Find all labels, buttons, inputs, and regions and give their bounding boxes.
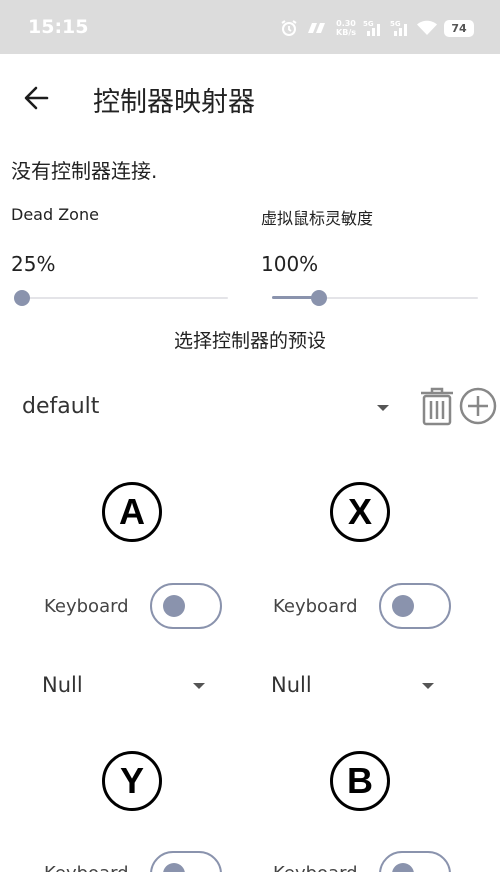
status-icons: 0.30 KB/s 5G 5G 74 [280,16,474,40]
controller-status-text: 没有控制器连接. [11,159,158,183]
battery-icon: 74 [444,19,474,37]
dead-zone-label: Dead Zone [11,205,99,224]
controller-button-x: X [330,482,390,542]
status-time: 15:15 [28,16,89,38]
arrow-left-icon [24,86,49,110]
alarm-icon [280,19,298,37]
dead-zone-value: 25% [11,252,56,276]
preset-selected-value: default [22,394,100,419]
dropdown-arrow-icon [422,683,434,689]
plus-circle-icon [459,387,497,425]
delete-preset-button[interactable] [418,385,456,427]
5g-signal-icon: 5G [363,19,383,37]
controller-button-y: Y [102,751,162,811]
svg-text:5G: 5G [363,20,374,28]
dropdown-arrow-icon [193,683,205,689]
dropdown-arrow-icon [377,405,389,411]
slider-thumb[interactable] [14,290,30,306]
status-bar: 15:15 0.30 KB/s 5G 5G 74 [0,0,500,54]
keyboard-toggle-b[interactable] [379,851,451,872]
5g-signal-icon: 5G [390,19,410,37]
keyboard-toggle-a[interactable] [150,583,222,629]
keyboard-toggle-y[interactable] [150,851,222,872]
keyboard-label: Keyboard [44,862,129,872]
net-speed-value: 0.30 [336,19,356,28]
net-speed-unit: KB/s [336,28,356,37]
trash-icon [421,387,453,426]
key-mapping-value: Null [42,673,83,697]
keyboard-label: Keyboard [44,596,129,617]
controller-button-b: B [330,751,390,811]
add-preset-button[interactable] [458,386,498,426]
page-title: 控制器映射器 [93,87,255,118]
wifi-icon [417,20,437,36]
keyboard-label: Keyboard [273,596,358,617]
key-mapping-dropdown-x[interactable]: Null [271,671,443,701]
key-mapping-value: Null [271,673,312,697]
back-button[interactable] [16,78,56,118]
app-bar: 控制器映射器 [0,54,500,146]
battery-level: 74 [451,21,467,35]
hd-icon [305,21,329,35]
net-speed: 0.30 KB/s [336,19,356,37]
svg-text:5G: 5G [390,20,401,28]
mouse-sensitivity-label: 虚拟鼠标灵敏度 [261,209,374,228]
toggle-knob [392,595,414,617]
preset-label: 选择控制器的预设 [173,330,326,352]
mouse-sensitivity-value: 100% [261,252,319,276]
key-mapping-dropdown-a[interactable]: Null [42,671,214,701]
slider-thumb[interactable] [311,290,328,306]
mouse-sensitivity-slider[interactable] [272,288,478,308]
slider-track [22,297,228,299]
controller-button-a: A [102,482,162,542]
keyboard-toggle-x[interactable] [379,583,451,629]
keyboard-label: Keyboard [273,862,358,872]
preset-dropdown[interactable]: default [22,392,394,424]
toggle-knob [163,595,185,617]
toggle-knob [163,863,185,872]
dead-zone-slider[interactable] [14,288,228,308]
toggle-knob [392,863,414,872]
